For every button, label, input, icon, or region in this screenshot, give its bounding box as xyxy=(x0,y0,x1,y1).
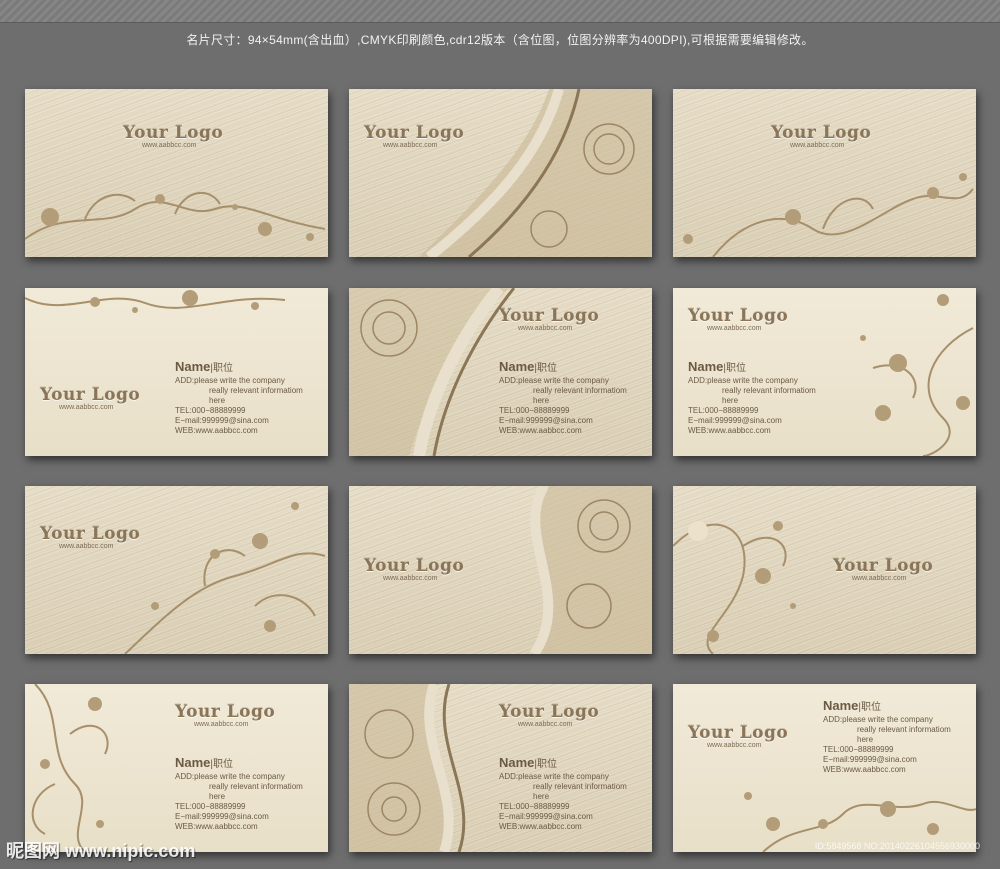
logo-text: Your Logo xyxy=(364,556,465,576)
logo-url: www.aabbcc.com xyxy=(383,575,438,582)
business-card-9[interactable]: Your Logo www.aabbcc.com xyxy=(673,486,976,654)
logo-url: www.aabbcc.com xyxy=(59,543,114,550)
logo-text: Your Logo xyxy=(40,524,141,544)
address-line-3: here xyxy=(722,396,739,405)
address-line-1: ADD:please write the company xyxy=(175,772,285,781)
telephone: TEL:000−88889999 xyxy=(499,406,570,415)
address-line-3: here xyxy=(533,396,550,405)
logo-url: www.aabbcc.com xyxy=(518,721,573,728)
logo-text: Your Logo xyxy=(688,306,789,326)
address-line-2: really relevant informatiom xyxy=(533,782,627,791)
logo-text: Your Logo xyxy=(499,306,600,326)
address-line-2: really relevant informatiom xyxy=(722,386,816,395)
telephone: TEL:000−88889999 xyxy=(823,745,894,754)
logo-url: www.aabbcc.com xyxy=(707,325,762,332)
telephone: TEL:000−88889999 xyxy=(175,406,246,415)
person-name: Name xyxy=(499,755,535,770)
logo-url: www.aabbcc.com xyxy=(707,742,762,749)
business-card-6[interactable]: Your Logo www.aabbcc.com Name|职位 ADD:ple… xyxy=(673,288,976,456)
logo-text: Your Logo xyxy=(364,123,465,143)
business-card-12[interactable]: Your Logo www.aabbcc.com Name|职位 ADD:ple… xyxy=(673,684,976,852)
address-line-3: here xyxy=(533,792,550,801)
address-line-3: here xyxy=(209,792,226,801)
website: WEB:www.aabbcc.com xyxy=(688,426,771,435)
address-line-3: here xyxy=(209,396,226,405)
business-card-4[interactable]: Your Logo www.aabbcc.com Name|职位 ADD:ple… xyxy=(25,288,328,456)
person-name: Name xyxy=(823,698,859,713)
email: E−mail:999999@sina.com xyxy=(823,755,917,764)
address-line-1: ADD:please write the company xyxy=(175,376,285,385)
business-card-8[interactable]: Your Logo www.aabbcc.com xyxy=(349,486,652,654)
logo-url: www.aabbcc.com xyxy=(383,142,438,149)
email: E−mail:999999@sina.com xyxy=(499,416,593,425)
email: E−mail:999999@sina.com xyxy=(499,812,593,821)
logo-text: Your Logo xyxy=(175,702,276,722)
website: WEB:www.aabbcc.com xyxy=(175,426,258,435)
person-name: Name xyxy=(175,359,211,374)
person-title: |职位 xyxy=(210,363,234,374)
address-line-1: ADD:please write the company xyxy=(823,715,933,724)
logo-url: www.aabbcc.com xyxy=(59,404,114,411)
logo-url: www.aabbcc.com xyxy=(790,142,845,149)
logo-text: Your Logo xyxy=(688,723,789,743)
person-name: Name xyxy=(499,359,535,374)
contact-info: Name|职位 ADD:please write the company rea… xyxy=(823,698,951,775)
website: WEB:www.aabbcc.com xyxy=(499,426,582,435)
site-watermark: 昵图网 www.nipic.com xyxy=(6,841,196,861)
floral-ornament xyxy=(683,173,974,257)
floral-ornament xyxy=(25,191,326,241)
person-title: |职位 xyxy=(210,759,234,770)
logo-text: Your Logo xyxy=(499,702,600,722)
telephone: TEL:000−88889999 xyxy=(499,802,570,811)
logo-url: www.aabbcc.com xyxy=(852,575,907,582)
telephone: TEL:000−88889999 xyxy=(175,802,246,811)
contact-info: Name|职位 ADD:please write the company rea… xyxy=(688,359,816,436)
address-line-1: ADD:please write the company xyxy=(688,376,798,385)
person-title: |职位 xyxy=(534,759,558,770)
address-line-3: here xyxy=(857,735,874,744)
telephone: TEL:000−88889999 xyxy=(688,406,759,415)
address-line-1: ADD:please write the company xyxy=(499,376,609,385)
business-card-7[interactable]: Your Logo www.aabbcc.com xyxy=(25,486,328,654)
address-line-2: really relevant informatiom xyxy=(857,725,951,734)
logo-text: Your Logo xyxy=(40,385,141,405)
person-name: Name xyxy=(175,755,211,770)
person-name: Name xyxy=(688,359,724,374)
floral-ornament xyxy=(124,502,326,654)
spec-caption: 名片尺寸：94×54mm(含出血）,CMYK印刷颜色,cdr12版本（含位图，位… xyxy=(186,33,814,47)
business-card-3[interactable]: Your Logo www.aabbcc.com xyxy=(673,89,976,257)
website: WEB:www.aabbcc.com xyxy=(823,765,906,774)
logo-url: www.aabbcc.com xyxy=(194,721,249,728)
business-card-10[interactable]: Your Logo www.aabbcc.com Name|职位 ADD:ple… xyxy=(25,684,328,852)
email: E−mail:999999@sina.com xyxy=(175,812,269,821)
person-title: |职位 xyxy=(858,702,882,713)
business-card-2[interactable]: Your Logo www.aabbcc.com xyxy=(349,89,652,257)
address-line-2: really relevant informatiom xyxy=(209,782,303,791)
email: E−mail:999999@sina.com xyxy=(688,416,782,425)
paisley-swoosh-ornament xyxy=(419,89,652,257)
contact-info: Name|职位 ADD:please write the company rea… xyxy=(175,359,303,436)
email: E−mail:999999@sina.com xyxy=(175,416,269,425)
contact-info: Name|职位 ADD:please write the company rea… xyxy=(175,755,303,832)
logo-url: www.aabbcc.com xyxy=(518,325,573,332)
logo-url: www.aabbcc.com xyxy=(142,142,197,149)
website: WEB:www.aabbcc.com xyxy=(175,822,258,831)
top-texture-bar xyxy=(0,0,1000,23)
logo-text: Your Logo xyxy=(771,123,872,143)
business-card-5[interactable]: Your Logo www.aabbcc.com Name|职位 ADD:ple… xyxy=(349,288,652,456)
business-card-1[interactable]: Your Logo www.aabbcc.com xyxy=(25,89,328,257)
address-line-2: really relevant informatiom xyxy=(209,386,303,395)
image-id-watermark: ID:5849568 NO:20140226104556930000 xyxy=(814,841,980,851)
business-card-11[interactable]: Your Logo www.aabbcc.com Name|职位 ADD:ple… xyxy=(349,684,652,852)
contact-info: Name|职位 ADD:please write the company rea… xyxy=(499,359,627,436)
person-title: |职位 xyxy=(534,363,558,374)
address-line-1: ADD:please write the company xyxy=(499,772,609,781)
logo-text: Your Logo xyxy=(833,556,934,576)
logo-text: Your Logo xyxy=(123,123,224,143)
website: WEB:www.aabbcc.com xyxy=(499,822,582,831)
address-line-2: really relevant informatiom xyxy=(533,386,627,395)
person-title: |职位 xyxy=(723,363,747,374)
contact-info: Name|职位 ADD:please write the company rea… xyxy=(499,755,627,832)
